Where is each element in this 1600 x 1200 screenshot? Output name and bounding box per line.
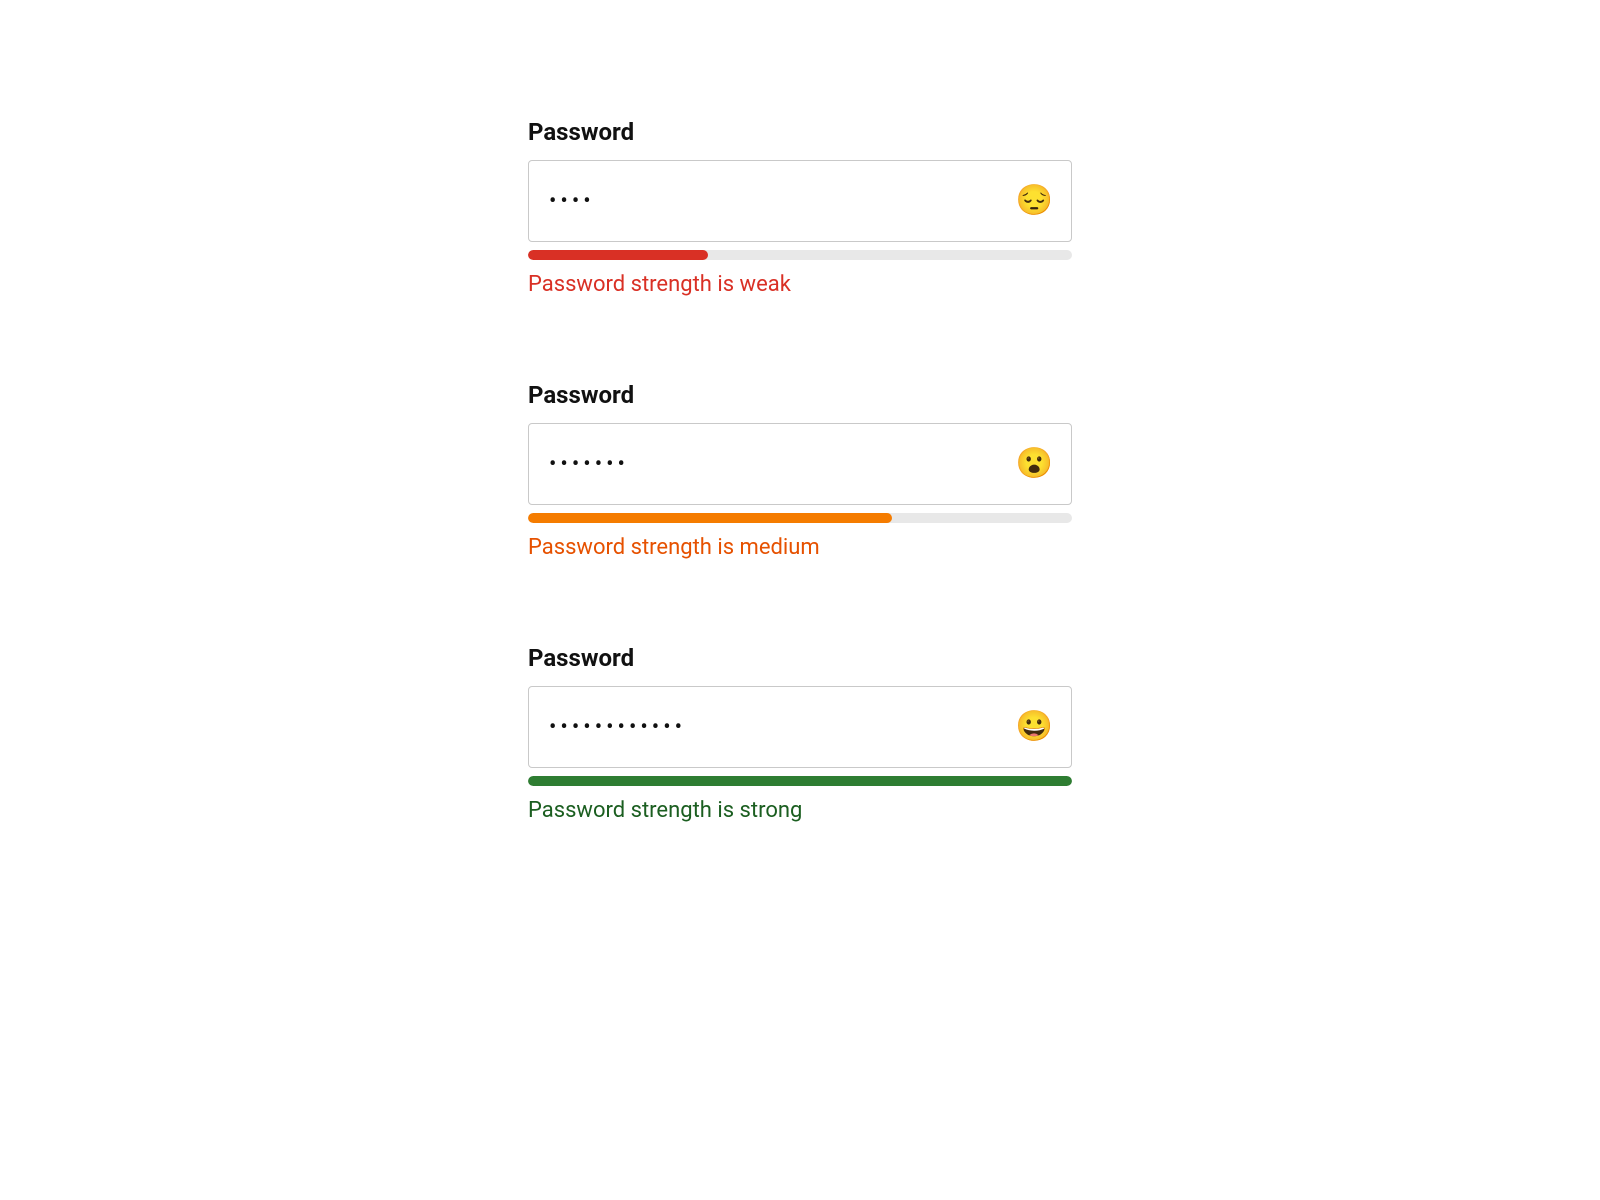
password-input-wrap: 😮 <box>528 423 1072 505</box>
strength-meter-fill <box>528 250 708 260</box>
strength-meter <box>528 250 1072 260</box>
strength-meter <box>528 513 1072 523</box>
password-input[interactable] <box>549 452 1009 477</box>
password-input-wrap: 😀 <box>528 686 1072 768</box>
pensive-face-icon: 😔 <box>1016 186 1053 216</box>
strength-caption: Password strength is medium <box>528 535 1072 560</box>
password-field-strong: Password 😀 Password strength is strong <box>528 644 1072 823</box>
password-label: Password <box>528 644 1072 672</box>
strength-meter-fill <box>528 776 1072 786</box>
password-input[interactable] <box>549 715 1009 740</box>
open-mouth-face-icon: 😮 <box>1016 449 1053 479</box>
strength-meter <box>528 776 1072 786</box>
grinning-face-icon: 😀 <box>1016 712 1053 742</box>
password-label: Password <box>528 381 1072 409</box>
password-label: Password <box>528 118 1072 146</box>
password-field-weak: Password 😔 Password strength is weak <box>528 118 1072 297</box>
strength-caption: Password strength is weak <box>528 272 1072 297</box>
password-input-wrap: 😔 <box>528 160 1072 242</box>
password-input[interactable] <box>549 189 1009 214</box>
strength-meter-fill <box>528 513 892 523</box>
strength-caption: Password strength is strong <box>528 798 1072 823</box>
password-field-medium: Password 😮 Password strength is medium <box>528 381 1072 560</box>
